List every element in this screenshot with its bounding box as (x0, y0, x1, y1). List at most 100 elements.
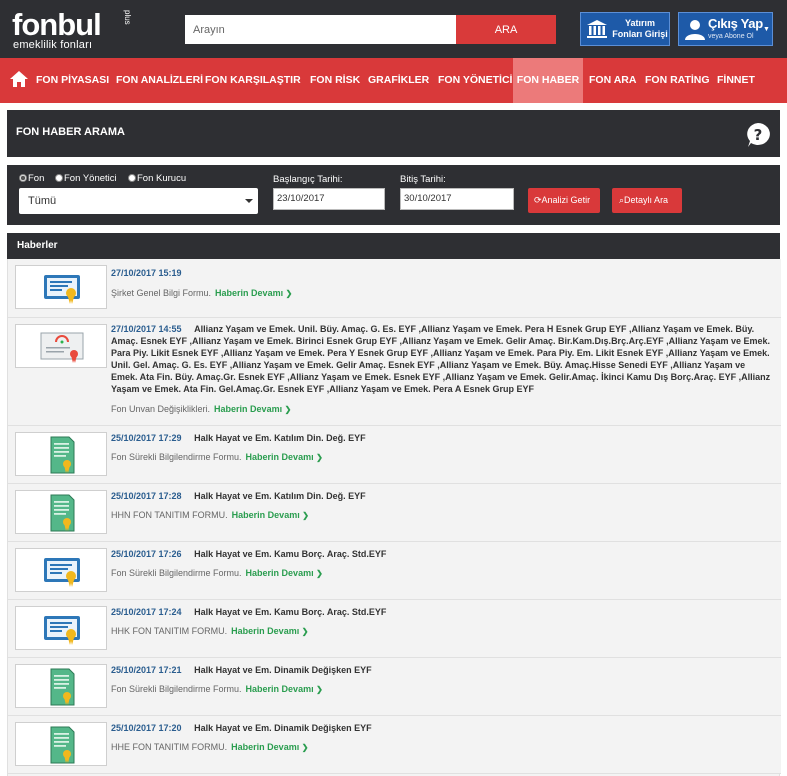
home-icon[interactable] (10, 71, 28, 87)
read-more-label: Haberin Devamı (215, 288, 284, 298)
detailed-search-label: Detaylı Ara (624, 195, 669, 205)
news-thumbnail[interactable] (15, 606, 107, 650)
news-description: Fon Sürekli Bilgilendirme Formu. Haberin … (111, 452, 323, 462)
chevron-right-icon: ❯ (301, 627, 309, 636)
news-title: Halk Hayat ve Em. Katılım Din. Değ. EYF (194, 491, 366, 501)
news-title: Halk Hayat ve Em. Kamu Borç. Araç. Std.E… (194, 607, 387, 617)
news-thumbnail[interactable] (15, 490, 107, 534)
nav-finnet[interactable]: FİNNET (717, 58, 755, 103)
document-green-icon (50, 494, 75, 532)
chevron-right-icon: ❯ (301, 743, 309, 752)
news-description-text: HHN FON TANITIM FORMU. (111, 510, 228, 520)
news-title: Allianz Yaşam ve Emek. Unil. Büy. Amaç. … (111, 324, 771, 395)
nav-fon-haber[interactable]: FON HABER (513, 58, 583, 103)
certificate-blue-icon (44, 558, 80, 587)
news-row: 25/10/2017 17:21 Halk Hayat ve Em. Dinam… (8, 658, 781, 716)
radio-dot-icon (55, 174, 63, 182)
detailed-search-button[interactable]: ⌕Detaylı Ara (612, 188, 682, 213)
news-description-text: HHK FON TANITIM FORMU. (111, 626, 228, 636)
logo-subtitle: emeklilik fonları (13, 39, 93, 51)
news-row: 25/10/2017 17:29 Halk Hayat ve Em. Katıl… (8, 426, 781, 484)
help-icon[interactable]: ? (745, 122, 771, 148)
news-headline: 27/10/2017 14:55 Allianz Yaşam ve Emek. … (111, 323, 771, 396)
read-more-link[interactable]: Haberin Devamı ❯ (231, 626, 308, 636)
radio-dot-icon (128, 174, 136, 182)
news-thumbnail[interactable] (15, 548, 107, 592)
radio-label: Fon Yönetici (64, 173, 117, 184)
nav-fon-karsilastir[interactable]: FON KARŞILAŞTIR (205, 58, 301, 103)
news-list: 27/10/2017 15:19 Şirket Genel Bilgi Form… (7, 259, 781, 776)
chevron-right-icon: ❯ (284, 405, 292, 414)
news-description-text: Fon Sürekli Bilgilendirme Formu. (111, 568, 242, 578)
news-title: Halk Hayat ve Em. Katılım Din. Değ. EYF (194, 433, 366, 443)
news-date: 25/10/2017 17:29 (111, 433, 182, 443)
read-more-link[interactable]: Haberin Devamı ❯ (232, 510, 309, 520)
news-description-text: Fon Sürekli Bilgilendirme Formu. (111, 684, 242, 694)
nav-fon-risk[interactable]: FON RİSK (310, 58, 360, 103)
top-header: fonbul plus emeklilik fonları ARA Yatırı… (0, 0, 787, 58)
logo-wordmark: fonbul (12, 7, 102, 42)
analyze-button[interactable]: ⟳Analizi Getir (528, 188, 600, 213)
radio-fon-yonetici[interactable]: Fon Yönetici (55, 173, 117, 184)
chevron-right-icon: ❯ (316, 685, 323, 694)
news-headline: 25/10/2017 17:21 Halk Hayat ve Em. Dinam… (111, 664, 372, 676)
user-menu-button[interactable]: Çıkış Yap veya Abone Ol ▼ (678, 12, 773, 46)
news-headline: 25/10/2017 17:29 Halk Hayat ve Em. Katıl… (111, 432, 366, 444)
page-title: FON HABER ARAMA (16, 126, 125, 138)
start-date-label: Başlangıç Tarihi: (273, 174, 343, 185)
read-more-link[interactable]: Haberin Devamı ❯ (246, 568, 323, 578)
bank-icon (587, 20, 607, 38)
chevron-right-icon: ❯ (316, 569, 323, 578)
news-row: 25/10/2017 17:20 Halk Hayat ve Em. Dinam… (8, 716, 781, 774)
nav-fon-rating[interactable]: FON RATİNG (645, 58, 710, 103)
news-thumbnail[interactable] (15, 432, 107, 476)
search-button[interactable]: ARA (456, 15, 556, 44)
news-row: 27/10/2017 14:55 Allianz Yaşam ve Emek. … (8, 318, 781, 426)
radio-fon-kurucu[interactable]: Fon Kurucu (128, 173, 186, 184)
diploma-icon (40, 332, 84, 363)
news-description-text: HHE FON TANITIM FORMU. (111, 742, 228, 752)
read-more-label: Haberin Devamı (231, 742, 300, 752)
news-search-panel: FON HABER ARAMA ? (7, 110, 780, 157)
fonbul-logo[interactable]: fonbul plus emeklilik fonları (12, 7, 142, 52)
news-title: Halk Hayat ve Em. Dinamik Değişken EYF (194, 665, 372, 675)
news-description: HHK FON TANITIM FORMU. Haberin Devamı ❯ (111, 626, 308, 636)
nav-fon-yonetici[interactable]: FON YÖNETİCİ (438, 58, 512, 103)
news-description: HHN FON TANITIM FORMU. Haberin Devamı ❯ (111, 510, 309, 520)
read-more-link[interactable]: Haberin Devamı ❯ (246, 684, 323, 694)
read-more-link[interactable]: Haberin Devamı ❯ (215, 288, 292, 298)
news-description: Fon Sürekli Bilgilendirme Formu. Haberin … (111, 568, 323, 578)
read-more-link[interactable]: Haberin Devamı ❯ (246, 452, 323, 462)
certificate-blue-icon (44, 616, 80, 645)
news-headline: 25/10/2017 17:20 Halk Hayat ve Em. Dinam… (111, 722, 372, 734)
news-thumbnail[interactable] (15, 324, 107, 368)
start-date-input[interactable]: 23/10/2017 (273, 188, 385, 210)
analyze-button-label: Analizi Getir (541, 195, 591, 205)
user-icon (685, 20, 705, 40)
news-row: 25/10/2017 17:24 Halk Hayat ve Em. Kamu … (8, 600, 781, 658)
chevron-right-icon: ❯ (285, 289, 293, 298)
read-more-link[interactable]: Haberin Devamı ❯ (214, 404, 291, 414)
news-date: 25/10/2017 17:20 (111, 723, 182, 733)
certificate-blue-icon (44, 275, 80, 304)
main-nav: FON PİYASASI FON ANALİZLERİ FON KARŞILAŞ… (0, 58, 787, 103)
fund-select[interactable]: Tümü (19, 188, 258, 214)
refresh-icon: ⟳ (534, 195, 542, 205)
investment-funds-login-button[interactable]: Yatırım Fonları Girişi (580, 12, 670, 46)
end-date-input[interactable]: 30/10/2017 (400, 188, 514, 210)
search-input[interactable] (185, 15, 456, 44)
nav-grafikler[interactable]: GRAFİKLER (368, 58, 429, 103)
news-thumbnail[interactable] (15, 722, 107, 766)
read-more-link[interactable]: Haberin Devamı ❯ (231, 742, 308, 752)
radio-fon[interactable]: Fon (19, 173, 44, 184)
nav-fon-piyasasi[interactable]: FON PİYASASI (36, 58, 109, 103)
nav-fon-analizleri[interactable]: FON ANALİZLERİ (116, 58, 203, 103)
news-date: 25/10/2017 17:28 (111, 491, 182, 501)
read-more-label: Haberin Devamı (245, 568, 314, 578)
news-thumbnail[interactable] (15, 664, 107, 708)
news-thumbnail[interactable] (15, 265, 107, 309)
nav-fon-ara[interactable]: FON ARA (589, 58, 636, 103)
news-row: 25/10/2017 17:28 Halk Hayat ve Em. Katıl… (8, 484, 781, 542)
end-date-label: Bitiş Tarihi: (400, 174, 446, 185)
document-green-icon (50, 668, 75, 706)
